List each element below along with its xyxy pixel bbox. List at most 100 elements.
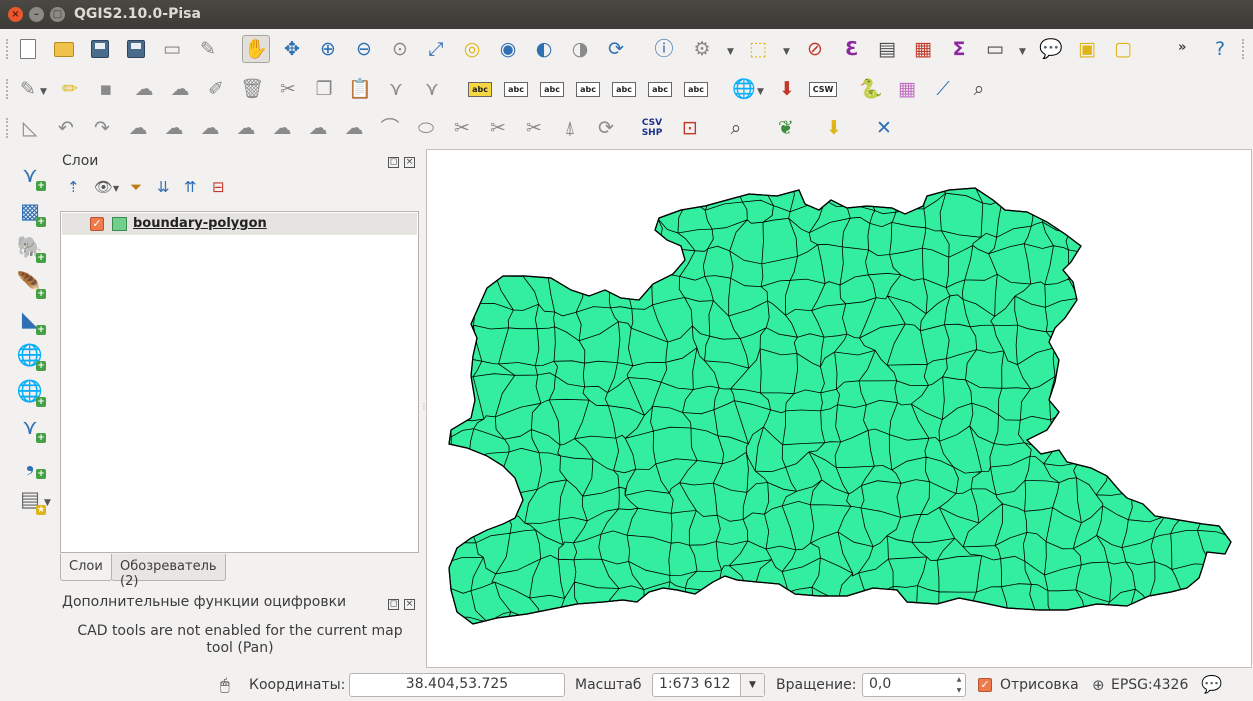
new-layer-button[interactable]: ▤ ★ <box>16 484 46 515</box>
filter-icon[interactable]: ⏷ <box>130 178 142 196</box>
layer-labeling-button[interactable]: abc <box>502 75 530 103</box>
zoom-last-button[interactable]: ◐ <box>530 35 558 63</box>
cut-features-button[interactable]: ✂ <box>274 75 302 103</box>
add-ring-button[interactable]: ⋎ <box>418 75 446 103</box>
merge-attributes-button[interactable]: ✂ <box>520 114 548 142</box>
zoom-in-button[interactable]: ⊕ <box>314 35 342 63</box>
select-dropdown-icon[interactable]: ▼ <box>783 47 790 57</box>
messages-icon[interactable]: 💬 <box>1201 675 1222 695</box>
deselect-button[interactable]: ⊘ <box>801 35 829 63</box>
add-spatialite-layer-button[interactable]: 🪶 + <box>16 268 46 299</box>
delete-ring-button[interactable]: ☁ <box>268 114 296 142</box>
csw-button[interactable]: CSW <box>808 75 838 103</box>
field-calculator-button[interactable]: ℇ <box>837 35 865 63</box>
minimize-window-button[interactable]: – <box>29 7 44 22</box>
web-services-button[interactable]: 🌐 <box>730 75 758 103</box>
map-canvas[interactable] <box>426 149 1252 668</box>
composer-manager-button[interactable]: ✎ <box>194 35 222 63</box>
pin-labels-button[interactable]: abc <box>538 75 566 103</box>
delete-part-button[interactable]: ☁ <box>304 114 332 142</box>
close-plugin-button[interactable]: ✕ <box>870 114 898 142</box>
scale-dropdown-icon[interactable]: ▼ <box>740 674 764 696</box>
pan-to-selection-button[interactable]: ✥ <box>278 35 306 63</box>
close-panel-button[interactable]: × <box>404 599 415 610</box>
annotation-button[interactable]: 💬 <box>1037 35 1065 63</box>
binoculars-button[interactable]: ⌕ <box>965 75 993 103</box>
action-dropdown-icon[interactable]: ▼ <box>727 47 734 57</box>
redo-button[interactable]: ↷ <box>88 114 116 142</box>
simplify-button[interactable]: ☁ <box>160 114 188 142</box>
add-group-icon[interactable]: ⇡ <box>67 178 80 196</box>
delete-selected-button[interactable]: 🗑 <box>238 75 266 103</box>
collapse-all-icon[interactable]: ⇈ <box>184 178 197 196</box>
geocoding-button[interactable]: ⬇ <box>773 75 801 103</box>
layer-item[interactable]: ✓ boundary-polygon <box>62 213 417 235</box>
add-wms-layer-button[interactable]: 🌐 + <box>16 340 46 371</box>
select-features-button[interactable]: ⬚ <box>744 35 772 63</box>
close-panel-button[interactable]: × <box>404 157 415 168</box>
plugin-graph-button[interactable]: ⟋ <box>929 75 957 103</box>
zoom-to-layer-button[interactable]: ◉ <box>494 35 522 63</box>
raster-calc-button[interactable]: ▦ <box>893 75 921 103</box>
save-edits-button[interactable]: ▪ <box>92 75 120 103</box>
toolbar-grip-right[interactable] <box>1242 39 1245 59</box>
rotate-point-button[interactable]: ⍋ <box>556 114 584 142</box>
mouse-coordinate-icon[interactable]: 🖱 <box>220 675 230 695</box>
binoculars-search-button[interactable]: ⌕ <box>722 114 750 142</box>
toolbar-overflow-icon[interactable]: » <box>1178 40 1186 55</box>
save-as-button[interactable] <box>122 35 150 63</box>
node-tool-button[interactable]: ✐ <box>202 75 230 103</box>
close-window-button[interactable]: × <box>8 7 23 22</box>
rotate-feature-button[interactable]: ☁ <box>124 114 152 142</box>
render-checkbox[interactable]: ✓ <box>978 678 992 692</box>
toolbar-grip[interactable] <box>6 118 9 138</box>
edits-dropdown-icon[interactable]: ▼ <box>40 87 47 97</box>
move-label-button[interactable]: abc <box>610 75 638 103</box>
eye-dropdown-icon[interactable]: ▼ <box>113 184 119 193</box>
measure-button[interactable]: ▭ <box>981 35 1009 63</box>
zoom-next-button[interactable]: ◑ <box>566 35 594 63</box>
split-parts-button[interactable]: ✂ <box>448 114 476 142</box>
toggle-editing-button[interactable]: ✏ <box>56 75 84 103</box>
maximize-window-button[interactable]: □ <box>50 7 65 22</box>
expand-all-icon[interactable]: ⇊ <box>157 178 170 196</box>
new-project-button[interactable] <box>14 35 42 63</box>
add-delimited-text-button[interactable]: ❟ + <box>16 448 46 479</box>
rotation-spinbox[interactable]: 0,0 ▲ ▼ <box>862 673 966 697</box>
coordinates-field[interactable]: 38.404,53.725 <box>349 673 565 697</box>
new-print-composer-button[interactable]: ▭ <box>158 35 186 63</box>
python-console-button[interactable]: 🐍 <box>857 75 885 103</box>
save-project-button[interactable] <box>86 35 114 63</box>
label-button[interactable]: abc <box>466 75 494 103</box>
map-tool-button[interactable]: ❦ <box>772 114 800 142</box>
open-project-button[interactable] <box>50 35 78 63</box>
change-label-button[interactable]: abc <box>682 75 710 103</box>
rotate-button[interactable]: ⟳ <box>592 114 620 142</box>
reshape-button[interactable]: ☁ <box>340 114 368 142</box>
refresh-button[interactable]: ⟳ <box>602 35 630 63</box>
add-mssql-layer-button[interactable]: ◣ + <box>16 304 46 335</box>
layer-visibility-checkbox[interactable]: ✓ <box>90 217 104 231</box>
remove-layer-icon[interactable]: ⊟ <box>212 178 225 196</box>
cad-tools-button[interactable]: ◺ <box>16 114 44 142</box>
csv-to-shp-button[interactable]: CSV SHP <box>638 114 666 142</box>
scale-combobox[interactable]: 1:673 612 ▼ <box>652 673 765 697</box>
georeferencer-button[interactable]: ⊡ <box>676 114 704 142</box>
statistics-button[interactable]: ▦ <box>909 35 937 63</box>
fill-ring-button[interactable]: ☁ <box>232 114 260 142</box>
add-postgis-layer-button[interactable]: 🐘 + <box>16 232 46 263</box>
identify-button[interactable]: ⓘ <box>650 35 678 63</box>
paste-features-button[interactable]: 📋 <box>346 75 374 103</box>
download-layer-button[interactable]: ⬇ <box>820 114 848 142</box>
new-layer-dropdown-icon[interactable]: ▼ <box>44 498 51 508</box>
current-edits-button[interactable]: ✎ <box>14 75 42 103</box>
zoom-out-button[interactable]: ⊖ <box>350 35 378 63</box>
web-dropdown-icon[interactable]: ▼ <box>757 87 764 97</box>
zoom-full-button[interactable]: ⤢ <box>422 35 450 63</box>
add-wfs-layer-button[interactable]: ⋎ + <box>16 412 46 443</box>
merge-features-button[interactable]: ✂ <box>484 114 512 142</box>
float-panel-button[interactable]: ◻ <box>388 599 399 610</box>
zoom-native-button[interactable]: ⊙ <box>386 35 414 63</box>
eye-icon[interactable]: 👁 <box>94 178 113 196</box>
move-feature-button[interactable]: ☁ <box>166 75 194 103</box>
